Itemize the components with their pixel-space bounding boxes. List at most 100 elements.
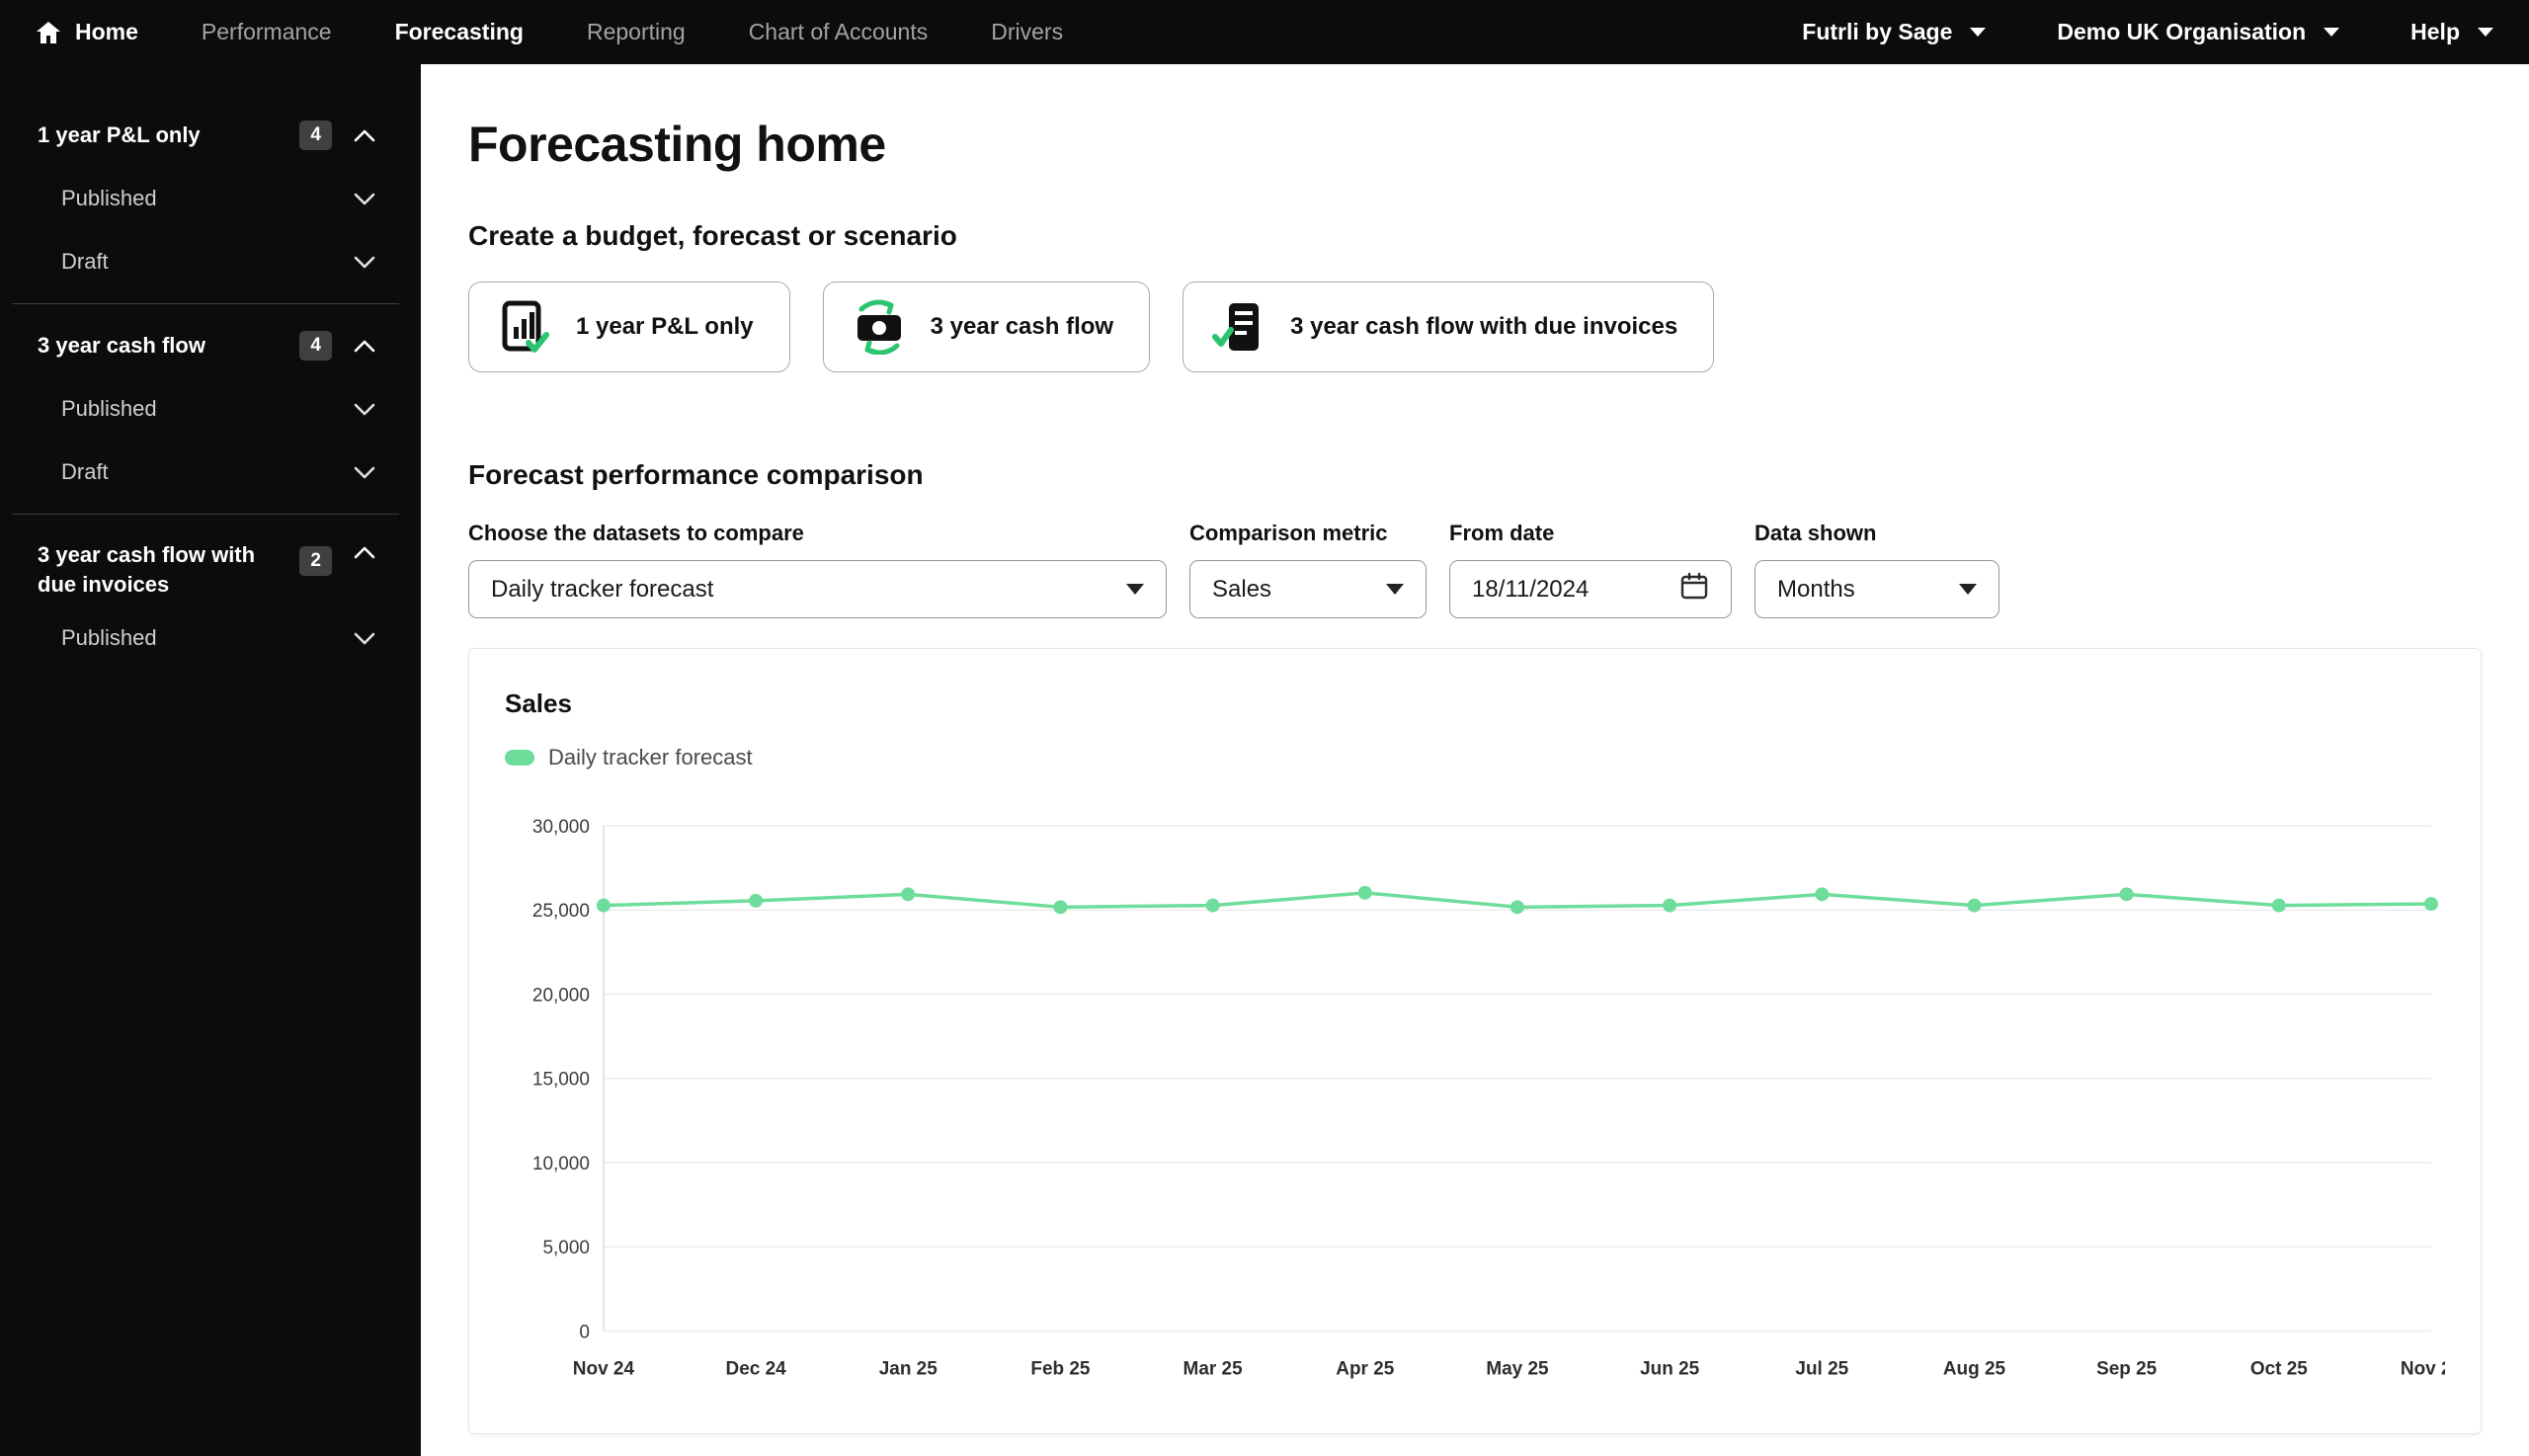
data-shown-select[interactable]: Months bbox=[1754, 560, 1999, 618]
sidebar-item-label: Draft bbox=[61, 459, 109, 484]
sales-line-chart: 0 5,000 10,000 15,000 20,000 25,000 30,000 Nov … bbox=[532, 817, 2445, 1379]
nav-item-label: Performance bbox=[201, 19, 332, 44]
svg-text:20,000: 20,000 bbox=[532, 985, 590, 1006]
svg-text:Nov 24: Nov 24 bbox=[573, 1358, 635, 1379]
comparison-section-heading: Forecast performance comparison bbox=[468, 459, 924, 490]
sidebar-section-3yr-cashflow[interactable]: 3 year cash flow 4 bbox=[0, 314, 421, 377]
from-date-input[interactable]: 18/11/2024 bbox=[1449, 560, 1732, 618]
sidebar-section-3yr-cashflow-invoices[interactable]: 3 year cash flow with due invoices 2 bbox=[0, 525, 421, 607]
chevron-down-icon bbox=[354, 193, 375, 205]
count-badge: 4 bbox=[299, 331, 332, 361]
datasets-field-label: Choose the datasets to compare bbox=[468, 521, 804, 545]
chevron-up-icon bbox=[354, 546, 375, 559]
chevron-up-icon bbox=[354, 340, 375, 353]
chevron-down-icon bbox=[2324, 28, 2340, 37]
organisation-menu[interactable]: Demo UK Organisation bbox=[2057, 19, 2340, 45]
sidebar-item-label: Published bbox=[61, 625, 157, 651]
comparison-filters: Choose the datasets to compare Daily tra… bbox=[468, 521, 2482, 618]
metric-field-label: Comparison metric bbox=[1189, 521, 1388, 545]
svg-text:15,000: 15,000 bbox=[532, 1070, 590, 1091]
nav-item-reporting[interactable]: Reporting bbox=[587, 19, 686, 45]
nav-item-label: Reporting bbox=[586, 19, 686, 44]
nav-item-drivers[interactable]: Drivers bbox=[991, 19, 1063, 45]
svg-text:Sep 25: Sep 25 bbox=[2096, 1358, 2158, 1379]
nav-item-home[interactable]: Home bbox=[36, 19, 138, 45]
sidebar-section-1yr-pnl[interactable]: 1 year P&L only 4 bbox=[0, 104, 421, 167]
primary-nav: Home Performance Forecasting Reporting C… bbox=[36, 19, 1063, 45]
data-shown-value: Months bbox=[1777, 575, 1855, 603]
nav-item-chart-of-accounts[interactable]: Chart of Accounts bbox=[749, 19, 929, 45]
help-menu[interactable]: Help bbox=[2410, 19, 2493, 45]
organisation-menu-label: Demo UK Organisation bbox=[2057, 19, 2307, 44]
invoice-check-icon bbox=[1211, 299, 1266, 355]
datasets-select-value: Daily tracker forecast bbox=[491, 575, 714, 603]
from-date-label: From date bbox=[1449, 521, 1555, 545]
legend-swatch bbox=[505, 750, 534, 766]
metric-select-value: Sales bbox=[1212, 575, 1272, 603]
datasets-select[interactable]: Daily tracker forecast bbox=[468, 560, 1167, 618]
home-icon bbox=[36, 21, 61, 44]
count-badge: 2 bbox=[299, 546, 332, 576]
nav-item-performance[interactable]: Performance bbox=[202, 19, 332, 45]
chevron-down-icon bbox=[1386, 584, 1404, 595]
sidebar-item-published[interactable]: Published bbox=[0, 377, 421, 441]
svg-text:Nov 25: Nov 25 bbox=[2401, 1358, 2445, 1379]
svg-text:30,000: 30,000 bbox=[532, 817, 590, 838]
sidebar-section-label: 1 year P&L only bbox=[38, 122, 201, 148]
svg-text:25,000: 25,000 bbox=[532, 901, 590, 922]
nav-item-label: Drivers bbox=[991, 19, 1064, 44]
chart-title: Sales bbox=[505, 688, 572, 718]
top-navigation: Home Performance Forecasting Reporting C… bbox=[0, 0, 2529, 64]
sidebar-item-draft[interactable]: Draft bbox=[0, 230, 421, 293]
create-3yr-cashflow-invoices-button[interactable]: 3 year cash flow with due invoices bbox=[1183, 282, 1715, 372]
chevron-down-icon bbox=[354, 632, 375, 645]
metric-field: Comparison metric Sales bbox=[1189, 521, 1427, 618]
svg-text:Oct 25: Oct 25 bbox=[2250, 1358, 2308, 1379]
chevron-down-icon bbox=[1970, 28, 1987, 37]
secondary-nav: Futrli by Sage Demo UK Organisation Help bbox=[1802, 19, 2493, 45]
chevron-down-icon bbox=[354, 466, 375, 479]
svg-text:Apr 25: Apr 25 bbox=[1336, 1358, 1394, 1379]
calendar-icon[interactable] bbox=[1679, 571, 1709, 607]
app-window: Home Performance Forecasting Reporting C… bbox=[0, 0, 2529, 1456]
sales-chart-card: Sales Daily tracker forecast 0 5,000 10,00… bbox=[468, 648, 2482, 1435]
create-options: 1 year P&L only 3 year cash flow 3 year … bbox=[468, 282, 2482, 372]
svg-text:Jan 25: Jan 25 bbox=[879, 1358, 938, 1379]
chevron-down-icon bbox=[2478, 28, 2493, 37]
metric-select[interactable]: Sales bbox=[1189, 560, 1427, 618]
svg-text:5,000: 5,000 bbox=[542, 1238, 589, 1258]
sidebar-section-label: 3 year cash flow with due invoices bbox=[38, 542, 256, 597]
svg-text:Jul 25: Jul 25 bbox=[1795, 1358, 1848, 1379]
help-menu-label: Help bbox=[2410, 19, 2460, 44]
sidebar-item-published[interactable]: Published bbox=[0, 167, 421, 230]
data-shown-field: Data shown Months bbox=[1754, 521, 1999, 618]
chevron-down-icon bbox=[354, 256, 375, 269]
chart-area: 0 5,000 10,000 15,000 20,000 25,000 30,000 Nov … bbox=[505, 796, 2445, 1408]
chevron-down-icon bbox=[1126, 584, 1144, 595]
create-1yr-pnl-button[interactable]: 1 year P&L only bbox=[468, 282, 790, 372]
page-title: Forecasting home bbox=[468, 117, 886, 172]
sidebar-item-draft[interactable]: Draft bbox=[0, 441, 421, 504]
cash-cycle-icon bbox=[852, 299, 907, 355]
sidebar-item-published[interactable]: Published bbox=[0, 607, 421, 670]
count-badge: 4 bbox=[299, 121, 332, 150]
legend-label: Daily tracker forecast bbox=[548, 745, 753, 769]
svg-text:Jun 25: Jun 25 bbox=[1640, 1358, 1700, 1379]
datasets-field: Choose the datasets to compare Daily tra… bbox=[468, 521, 1167, 618]
create-3yr-cashflow-button[interactable]: 3 year cash flow bbox=[822, 282, 1151, 372]
nav-item-label: Home bbox=[75, 19, 138, 44]
svg-text:Dec 24: Dec 24 bbox=[726, 1358, 787, 1379]
product-menu[interactable]: Futrli by Sage bbox=[1802, 19, 1987, 45]
pnl-chart-icon bbox=[497, 299, 552, 355]
svg-text:Feb 25: Feb 25 bbox=[1030, 1358, 1091, 1379]
product-menu-label: Futrli by Sage bbox=[1802, 19, 1953, 44]
option-label: 3 year cash flow with due invoices bbox=[1290, 313, 1678, 340]
svg-text:May 25: May 25 bbox=[1486, 1358, 1549, 1379]
chevron-up-icon bbox=[354, 129, 375, 142]
nav-item-label: Forecasting bbox=[394, 19, 524, 44]
option-label: 1 year P&L only bbox=[576, 313, 754, 340]
data-shown-label: Data shown bbox=[1754, 521, 1877, 545]
nav-item-forecasting[interactable]: Forecasting bbox=[395, 19, 524, 45]
chart-legend: Daily tracker forecast bbox=[505, 745, 2445, 770]
option-label: 3 year cash flow bbox=[930, 313, 1114, 340]
